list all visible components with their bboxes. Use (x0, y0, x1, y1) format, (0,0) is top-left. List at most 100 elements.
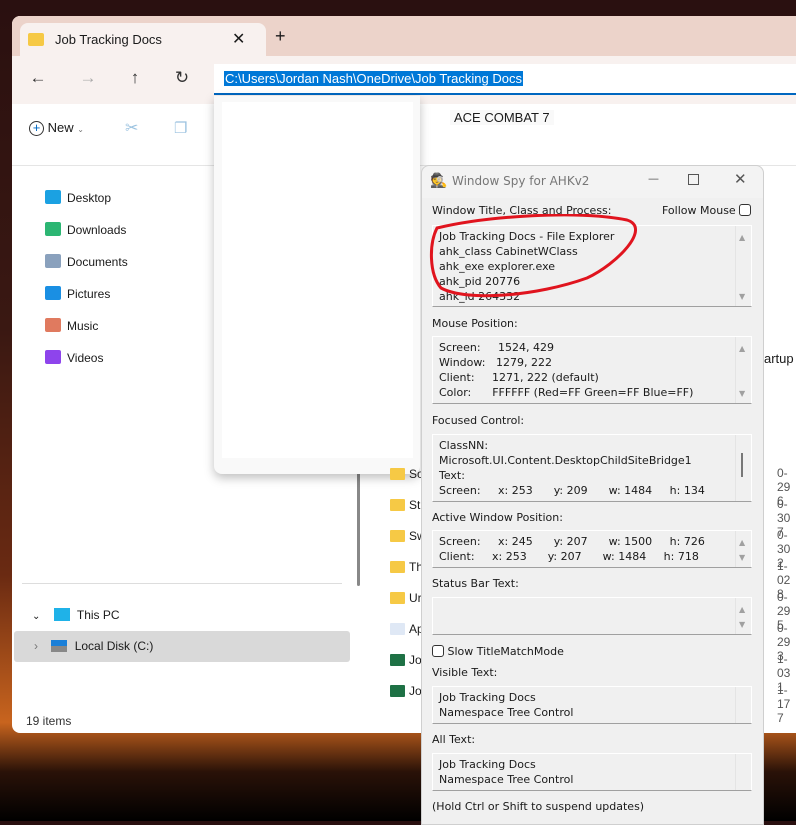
scrollbar[interactable]: ▲ ▼ (735, 226, 749, 306)
all-text-box[interactable]: Job Tracking Docs Namespace Tree Control (432, 753, 752, 791)
follow-mouse-checkbox[interactable]: Follow Mouse (662, 204, 752, 217)
file-date: 1-17 7 (777, 683, 791, 725)
slow-titlematchmode-checkbox[interactable]: Slow TitleMatchMode (432, 645, 564, 658)
partial-text: artup (764, 351, 794, 366)
drive-icon (51, 640, 68, 652)
folder-icon (390, 530, 405, 542)
file-row[interactable]: So (390, 464, 424, 484)
sidebar-item-downloads[interactable]: Downloads (45, 220, 126, 240)
status-bar-text: 19 items (26, 714, 72, 728)
refresh-icon[interactable]: ↻ (168, 64, 196, 92)
chevron-right-icon: › (34, 639, 38, 653)
follow-mouse-label: Follow Mouse (662, 204, 736, 217)
sidebar-item-documents[interactable]: Documents (45, 252, 128, 272)
mouse-info-text: Screen: 1524, 429 Window: 1279, 222 Clie… (439, 341, 694, 399)
sidebar-item-music[interactable]: Music (45, 316, 98, 336)
address-text[interactable]: C:\Users\Jordan Nash\OneDrive\Job Tracki… (224, 71, 523, 86)
close-icon[interactable]: ✕ (734, 170, 747, 188)
plus-circle-icon: + (29, 121, 44, 136)
desktop-icon (45, 190, 61, 204)
address-bar[interactable]: C:\Users\Jordan Nash\OneDrive\Job Tracki… (214, 64, 796, 95)
scrollbar[interactable] (735, 754, 749, 790)
divider (22, 583, 342, 584)
active-info-box[interactable]: Screen: x: 245 y: 207 w: 1500 h: 726 Cli… (432, 530, 752, 568)
title-bar: 🕵 Window Spy for AHKv2 — ✕ (422, 166, 763, 198)
active-label: Active Window Position: (432, 511, 563, 524)
window-title: Window Spy for AHKv2 (452, 174, 590, 188)
visible-text-box[interactable]: Job Tracking Docs Namespace Tree Control (432, 686, 752, 724)
all-text-label: All Text: (432, 733, 476, 746)
sidebar-label: Downloads (67, 223, 127, 237)
file-name: Ur (409, 591, 422, 605)
tab-title: Job Tracking Docs (55, 32, 162, 47)
sidebar-item-local-disk[interactable]: › Local Disk (C:) (14, 631, 350, 662)
file-row[interactable]: Ap (390, 619, 424, 639)
focused-info-box[interactable]: ClassNN: Microsoft.UI.Content.DesktopChi… (432, 434, 752, 502)
music-icon (45, 318, 61, 332)
file-row[interactable]: St (390, 495, 420, 515)
folder-icon (390, 592, 405, 604)
file-row[interactable]: Jo (390, 650, 422, 670)
sidebar-label: This PC (76, 608, 120, 622)
sidebar-label: Videos (67, 351, 104, 365)
checkbox[interactable] (432, 645, 444, 657)
back-icon[interactable]: ← (24, 64, 52, 92)
folder-icon (390, 561, 405, 573)
minimize-icon[interactable]: — (648, 172, 659, 185)
new-button[interactable]: + New ⌄ (29, 120, 84, 136)
sidebar-label: Desktop (67, 191, 112, 205)
red-annotation-circle (429, 214, 637, 298)
folder-icon (390, 499, 405, 511)
suggestion-item[interactable]: ACE COMBAT 7 (450, 110, 554, 125)
sidebar-label: Pictures (67, 287, 111, 301)
sidebar-label: Music (67, 319, 99, 333)
suggestion-blank (222, 102, 413, 458)
file-row[interactable]: Jo (390, 681, 422, 701)
sidebar-item-pictures[interactable]: Pictures (45, 284, 110, 304)
computer-icon (53, 608, 70, 621)
sidebar-item-this-pc[interactable]: ⌄ This PC (32, 605, 120, 625)
close-tab-icon[interactable]: ✕ (232, 29, 245, 49)
file-row[interactable]: Th (390, 557, 423, 577)
excel-icon (390, 685, 405, 697)
tab-bar: Job Tracking Docs ✕ + (12, 16, 796, 56)
checkbox[interactable] (739, 204, 752, 216)
documents-icon (45, 254, 61, 268)
forward-icon[interactable]: → (74, 64, 102, 92)
mouse-label: Mouse Position: (432, 317, 518, 330)
file-name: St (409, 498, 421, 512)
scrollbar[interactable]: ▲ ▼ (735, 598, 749, 634)
new-label: New (47, 120, 74, 135)
focused-info-text: ClassNN: Microsoft.UI.Content.DesktopChi… (439, 439, 705, 497)
new-tab-button[interactable]: + (275, 26, 286, 47)
up-icon[interactable]: ↑ (121, 64, 149, 92)
tab-job-tracking-docs[interactable]: Job Tracking Docs ✕ (20, 23, 266, 56)
download-icon (45, 222, 61, 236)
sidebar-scrollbar[interactable] (357, 471, 360, 586)
chevron-down-icon: ⌄ (32, 611, 41, 622)
cut-icon[interactable]: ✂ (125, 118, 138, 138)
spy-icon: 🕵 (430, 173, 448, 189)
visible-text: Job Tracking Docs Namespace Tree Control (439, 691, 574, 719)
slow-mode-label: Slow TitleMatchMode (447, 645, 564, 658)
file-name: Jo (409, 684, 422, 698)
status-info-box[interactable]: ▲ ▼ (432, 597, 752, 635)
sidebar-label: Documents (67, 255, 128, 269)
videos-icon (45, 350, 61, 364)
excel-icon (390, 654, 405, 666)
scrollbar[interactable]: ▲ ▼ (735, 531, 749, 567)
file-icon (390, 623, 405, 635)
copy-icon[interactable]: ❐ (174, 119, 187, 137)
scrollbar[interactable]: ▲ ▼ (735, 337, 749, 403)
sidebar-item-videos[interactable]: Videos (45, 348, 103, 368)
scrollbar[interactable] (735, 687, 749, 723)
sidebar-item-desktop[interactable]: Desktop (45, 188, 111, 208)
file-name: Jo (409, 653, 422, 667)
maximize-icon[interactable] (688, 174, 699, 185)
status-label: Status Bar Text: (432, 577, 519, 590)
scrollbar[interactable] (735, 435, 749, 501)
file-row[interactable]: Ur (390, 588, 422, 608)
mouse-info-box[interactable]: Screen: 1524, 429 Window: 1279, 222 Clie… (432, 336, 752, 404)
folder-icon (28, 33, 44, 46)
window-spy-window: 🕵 Window Spy for AHKv2 — ✕ Window Title,… (421, 165, 764, 825)
